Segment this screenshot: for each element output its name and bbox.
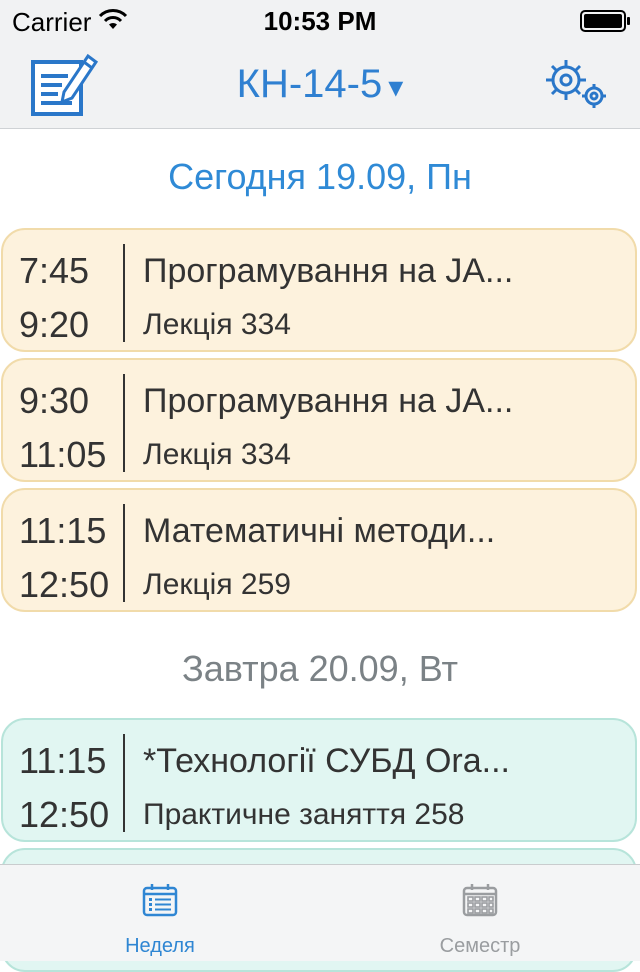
lesson-card[interactable]: 11:15 12:50 *Технології СУБД Ora... Прак…	[1, 718, 637, 842]
tab-week[interactable]: Неделя	[0, 865, 320, 961]
lesson-start-time: 7:45	[19, 250, 90, 291]
tab-semester[interactable]: Семестр	[320, 865, 640, 961]
lesson-divider	[123, 734, 125, 832]
semester-calendar-icon	[462, 884, 498, 917]
lesson-subject: Програмування на JA...	[143, 252, 514, 290]
lesson-card[interactable]: 7:45 9:20 Програмування на JA... Лекція …	[1, 228, 637, 352]
tab-week-label: Неделя	[125, 935, 195, 957]
tomorrow-header: Завтра 20.09, Вт	[181, 648, 459, 689]
lesson-subject: Програмування на JA...	[143, 382, 514, 420]
group-name: КН-14-5	[236, 62, 383, 106]
lesson-start-time: 11:15	[19, 510, 107, 551]
notes-edit-icon[interactable]	[30, 48, 100, 123]
lesson-end-time: 12:50	[19, 794, 110, 835]
group-selector[interactable]: КН-14-5 ▾	[170, 62, 470, 107]
dropdown-caret-icon: ▾	[388, 71, 404, 104]
lesson-room: Лекція 334	[143, 438, 291, 471]
lesson-room: Лекція 259	[143, 568, 291, 601]
settings-gears-icon[interactable]	[542, 56, 612, 117]
today-header: Сегодня 19.09, Пн	[168, 156, 472, 197]
lesson-card[interactable]: 9:30 11:05 Програмування на JA... Лекція…	[1, 358, 637, 482]
lesson-room: Практичне заняття 258	[143, 798, 465, 831]
lesson-divider	[123, 374, 125, 472]
lesson-end-time: 12:50	[19, 564, 110, 605]
status-time: 10:53 PM	[263, 6, 377, 36]
tab-semester-label: Семестр	[439, 935, 521, 957]
lesson-card[interactable]: 11:15 12:50 Математичні методи... Лекція…	[1, 488, 637, 612]
lesson-divider	[123, 244, 125, 342]
lesson-end-time: 11:05	[19, 434, 107, 475]
status-bar: Carrier 10:53 PM	[0, 0, 640, 40]
week-list-icon	[142, 884, 178, 917]
lesson-room: Лекція 334	[143, 308, 291, 341]
lesson-start-time: 11:15	[19, 740, 107, 781]
lesson-end-time: 9:20	[19, 304, 90, 345]
lesson-subject: Математичні методи...	[143, 512, 496, 550]
lesson-divider	[123, 504, 125, 602]
battery-icon	[580, 10, 632, 37]
lesson-start-time: 9:30	[19, 380, 90, 421]
lesson-subject: *Технології СУБД Ora...	[143, 742, 510, 780]
navigation-bar: КН-14-5 ▾	[0, 40, 640, 129]
tab-bar: Неделя Семестр	[0, 864, 640, 961]
